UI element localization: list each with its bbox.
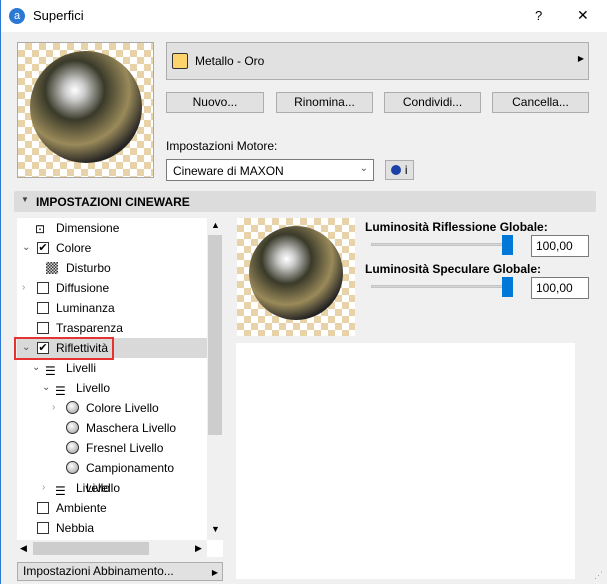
help-button[interactable]: ?	[535, 8, 542, 23]
reflection-value-input[interactable]: 100,00	[531, 235, 589, 257]
app-icon: a	[9, 8, 25, 24]
material-swatch	[172, 53, 188, 69]
parameters-area	[236, 343, 575, 579]
material-preview	[17, 42, 154, 178]
chevron-down-icon: ⌄	[359, 163, 368, 174]
tree-item-colore[interactable]: ⌄ ✔ Colore	[17, 238, 207, 258]
sphere-icon	[66, 421, 79, 434]
tree-label: Livello	[76, 381, 111, 395]
checkbox[interactable]	[37, 302, 49, 314]
scroll-up-icon[interactable]: ▲	[211, 220, 220, 230]
channel-preview	[237, 218, 355, 336]
tree-item-trasparenza[interactable]: Trasparenza	[17, 318, 207, 338]
tree-item-dimensione[interactable]: ⊡ Dimensione	[17, 218, 207, 238]
menu-arrow-icon: ▶	[211, 568, 218, 577]
window-border	[0, 0, 1, 584]
checkbox[interactable]	[37, 322, 49, 334]
tree-item-maschera-livello[interactable]: Maschera Livello	[17, 418, 207, 438]
specular-value-input[interactable]: 100,00	[531, 277, 589, 299]
horizontal-scrollbar[interactable]: ◀ ▶	[17, 540, 207, 557]
tree-item-nebbia[interactable]: Nebbia	[17, 518, 207, 538]
tree-label: Disturbo	[66, 261, 111, 275]
tree-label: Ambiente	[56, 501, 107, 515]
material-name-field[interactable]: Metallo - Oro ▶	[166, 42, 589, 80]
info-label: i	[404, 163, 408, 177]
section-header[interactable]: ▼ IMPOSTAZIONI CINEWARE	[14, 191, 596, 212]
tree-label: Diffusione	[56, 281, 110, 295]
tree-label: Luminanza	[56, 301, 115, 315]
chevron-down-icon[interactable]: ⌄	[32, 358, 42, 378]
section-title: IMPOSTAZIONI CINEWARE	[36, 195, 190, 209]
checkbox[interactable]	[37, 282, 49, 294]
engine-select[interactable]: Cineware di MAXON ⌄	[166, 159, 374, 181]
tree-label: Livelli	[66, 361, 97, 375]
scroll-right-icon[interactable]: ▶	[195, 543, 202, 554]
tree-item-ambiente[interactable]: Ambiente	[17, 498, 207, 518]
tree-item-diffusione[interactable]: › Diffusione	[17, 278, 207, 298]
tree-label: Colore Livello	[86, 401, 159, 415]
engine-value: Cineware di MAXON	[173, 164, 284, 178]
tree-item-livello[interactable]: ⌄ ☰ Livello	[17, 378, 207, 398]
settings-tree[interactable]: ⊡ Dimensione ⌄ ✔ Colore Disturbo › Diffusion…	[17, 218, 223, 557]
tree-item-campionamento-livello[interactable]: Campionamento Livello	[17, 458, 207, 495]
specular-label: Luminosità Speculare Globale:	[365, 262, 542, 276]
engine-label: Impostazioni Motore:	[166, 139, 278, 153]
menu-arrow-icon[interactable]: ▶	[578, 54, 584, 63]
tree-item-livelli[interactable]: ⌄ ☰ Livelli	[17, 358, 207, 378]
close-button[interactable]: ✕	[577, 7, 589, 24]
specular-slider[interactable]	[371, 285, 513, 288]
tree-label: Fresnel Livello	[86, 441, 164, 455]
tree-item-fresnel-livello[interactable]: Fresnel Livello	[17, 438, 207, 458]
title-bar: a Superfici ? ✕	[0, 0, 607, 32]
noise-icon	[46, 262, 58, 274]
chevron-down-icon[interactable]: ⌄	[22, 238, 32, 258]
tree-item-colore-livello[interactable]: › Colore Livello	[17, 398, 207, 418]
selection-outline	[14, 337, 114, 360]
engine-info-button[interactable]: i	[385, 160, 414, 180]
matching-label: Impostazioni Abbinamento...	[23, 564, 174, 578]
sphere-icon	[66, 441, 79, 454]
tree-label: Livello	[76, 481, 111, 495]
scroll-thumb[interactable]	[208, 235, 222, 435]
scroll-down-icon[interactable]: ▼	[211, 524, 220, 534]
tree-label: Dimensione	[56, 221, 120, 235]
tree-label: Maschera Livello	[86, 421, 177, 435]
tree-label: Trasparenza	[56, 321, 123, 335]
chevron-right-icon[interactable]: ›	[42, 478, 52, 498]
dimension-icon: ⊡	[35, 222, 46, 236]
tree-item-disturbo[interactable]: Disturbo	[17, 258, 207, 278]
tree-label: Nebbia	[56, 521, 95, 535]
resize-grip-icon[interactable]: ⋰	[594, 570, 603, 581]
tree-item-luminanza[interactable]: Luminanza	[17, 298, 207, 318]
material-name: Metallo - Oro	[195, 54, 265, 68]
reflection-label: Luminosità Riflessione Globale:	[365, 220, 548, 234]
window-title: Superfici	[33, 8, 84, 23]
checkbox[interactable]	[37, 522, 49, 534]
reflection-slider[interactable]	[371, 243, 513, 246]
rename-button[interactable]: Rinomina...	[276, 92, 373, 113]
scroll-left-icon[interactable]: ◀	[20, 543, 27, 554]
checkbox[interactable]	[37, 502, 49, 514]
matching-settings-button[interactable]: Impostazioni Abbinamento... ▶	[17, 562, 223, 581]
reflection-slider-thumb[interactable]	[502, 235, 513, 255]
delete-button[interactable]: Cancella...	[492, 92, 589, 113]
new-button[interactable]: Nuovo...	[166, 92, 264, 113]
sphere-icon	[66, 461, 79, 474]
tree-item-livello-2[interactable]: › ☰ Livello	[17, 478, 207, 498]
checkbox[interactable]: ✔	[37, 242, 49, 254]
chevron-right-icon[interactable]: ›	[22, 278, 32, 298]
share-button[interactable]: Condividi...	[384, 92, 481, 113]
chevron-down-icon[interactable]: ⌄	[42, 378, 52, 398]
chevron-right-icon[interactable]: ›	[52, 398, 62, 418]
channel-preview-sphere	[249, 226, 343, 320]
collapse-icon: ▼	[21, 195, 29, 204]
preview-sphere	[30, 51, 142, 163]
sphere-icon	[66, 401, 79, 414]
vertical-scrollbar[interactable]: ▲ ▼	[207, 218, 223, 540]
hscroll-thumb[interactable]	[33, 542, 149, 555]
specular-slider-thumb[interactable]	[502, 277, 513, 297]
tree-label: Colore	[56, 241, 92, 255]
cineware-icon	[391, 165, 402, 175]
